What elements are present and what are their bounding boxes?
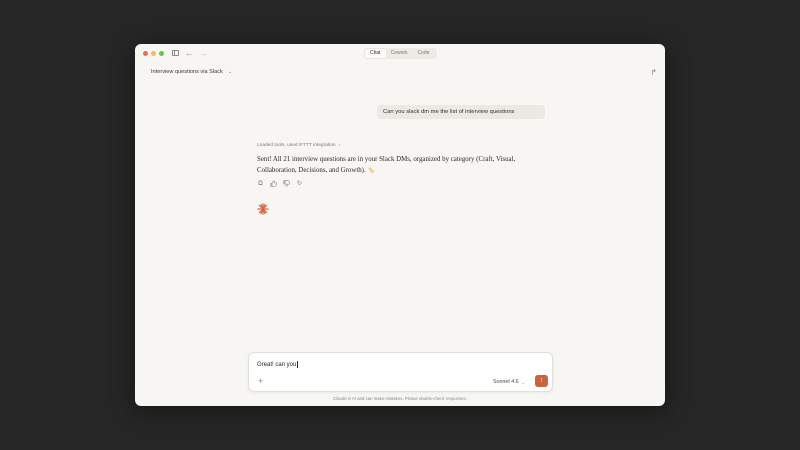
mode-switcher: Chat Cowork Code bbox=[364, 48, 437, 59]
send-button[interactable]: ↑ bbox=[535, 375, 548, 387]
close-window-button[interactable] bbox=[143, 50, 148, 56]
message-composer: Great! can you + Sonnet 4.6 ⌄ ↑ bbox=[248, 352, 553, 392]
tag-emoji: 🏷️ bbox=[367, 168, 375, 174]
title-bar: ← → Chat Cowork Code bbox=[135, 44, 665, 62]
zoom-window-button[interactable] bbox=[159, 50, 164, 56]
tools-status-text: Loaded tools, used IFTTT integration bbox=[257, 143, 336, 148]
model-selector[interactable]: Sonnet 4.6 ⌄ bbox=[493, 379, 525, 385]
claude-spark-icon bbox=[257, 203, 269, 215]
message-actions: ⧉ ↻ bbox=[257, 180, 303, 187]
conversation-title: Interview questions via Slack bbox=[151, 69, 223, 75]
chevron-down-icon: ⌄ bbox=[227, 69, 233, 75]
assistant-message-text: Sent! All 21 interview questions are in … bbox=[257, 156, 516, 174]
text-caret bbox=[297, 361, 298, 368]
chevron-down-icon: ⌄ bbox=[521, 379, 525, 385]
conversation-title-menu[interactable]: Interview questions via Slack ⌄ bbox=[151, 69, 232, 75]
arrow-right-icon[interactable]: → bbox=[199, 47, 208, 59]
tab-code[interactable]: Code bbox=[413, 49, 435, 58]
assistant-message: Sent! All 21 interview questions are in … bbox=[257, 154, 547, 177]
thumbs-up-icon[interactable] bbox=[270, 180, 277, 187]
chevron-right-icon: › bbox=[338, 143, 341, 148]
share-icon[interactable]: ↱ bbox=[650, 68, 657, 77]
arrow-left-icon[interactable]: ← bbox=[185, 47, 194, 59]
user-message: Can you slack dm me the list of intervie… bbox=[377, 105, 545, 119]
copy-icon[interactable]: ⧉ bbox=[257, 180, 264, 187]
app-window: ← → Chat Cowork Code Interview questions… bbox=[135, 44, 665, 406]
sidebar-toggle-icon[interactable] bbox=[171, 47, 179, 59]
model-name: Sonnet 4.6 bbox=[493, 379, 519, 385]
composer-input[interactable]: Great! can you bbox=[257, 361, 298, 368]
arrow-up-icon: ↑ bbox=[539, 377, 544, 384]
disclaimer: Claude is AI and can make mistakes. Plea… bbox=[333, 396, 467, 401]
minimize-window-button[interactable] bbox=[151, 50, 156, 56]
thumbs-down-icon[interactable] bbox=[283, 180, 290, 187]
tab-cowork[interactable]: Cowork bbox=[386, 49, 413, 58]
tab-chat[interactable]: Chat bbox=[365, 49, 386, 58]
tools-status-toggle[interactable]: Loaded tools, used IFTTT integration › bbox=[257, 143, 340, 148]
plus-icon[interactable]: + bbox=[258, 376, 263, 386]
composer-input-text: Great! can you bbox=[257, 361, 297, 368]
retry-icon[interactable]: ↻ bbox=[296, 180, 303, 187]
